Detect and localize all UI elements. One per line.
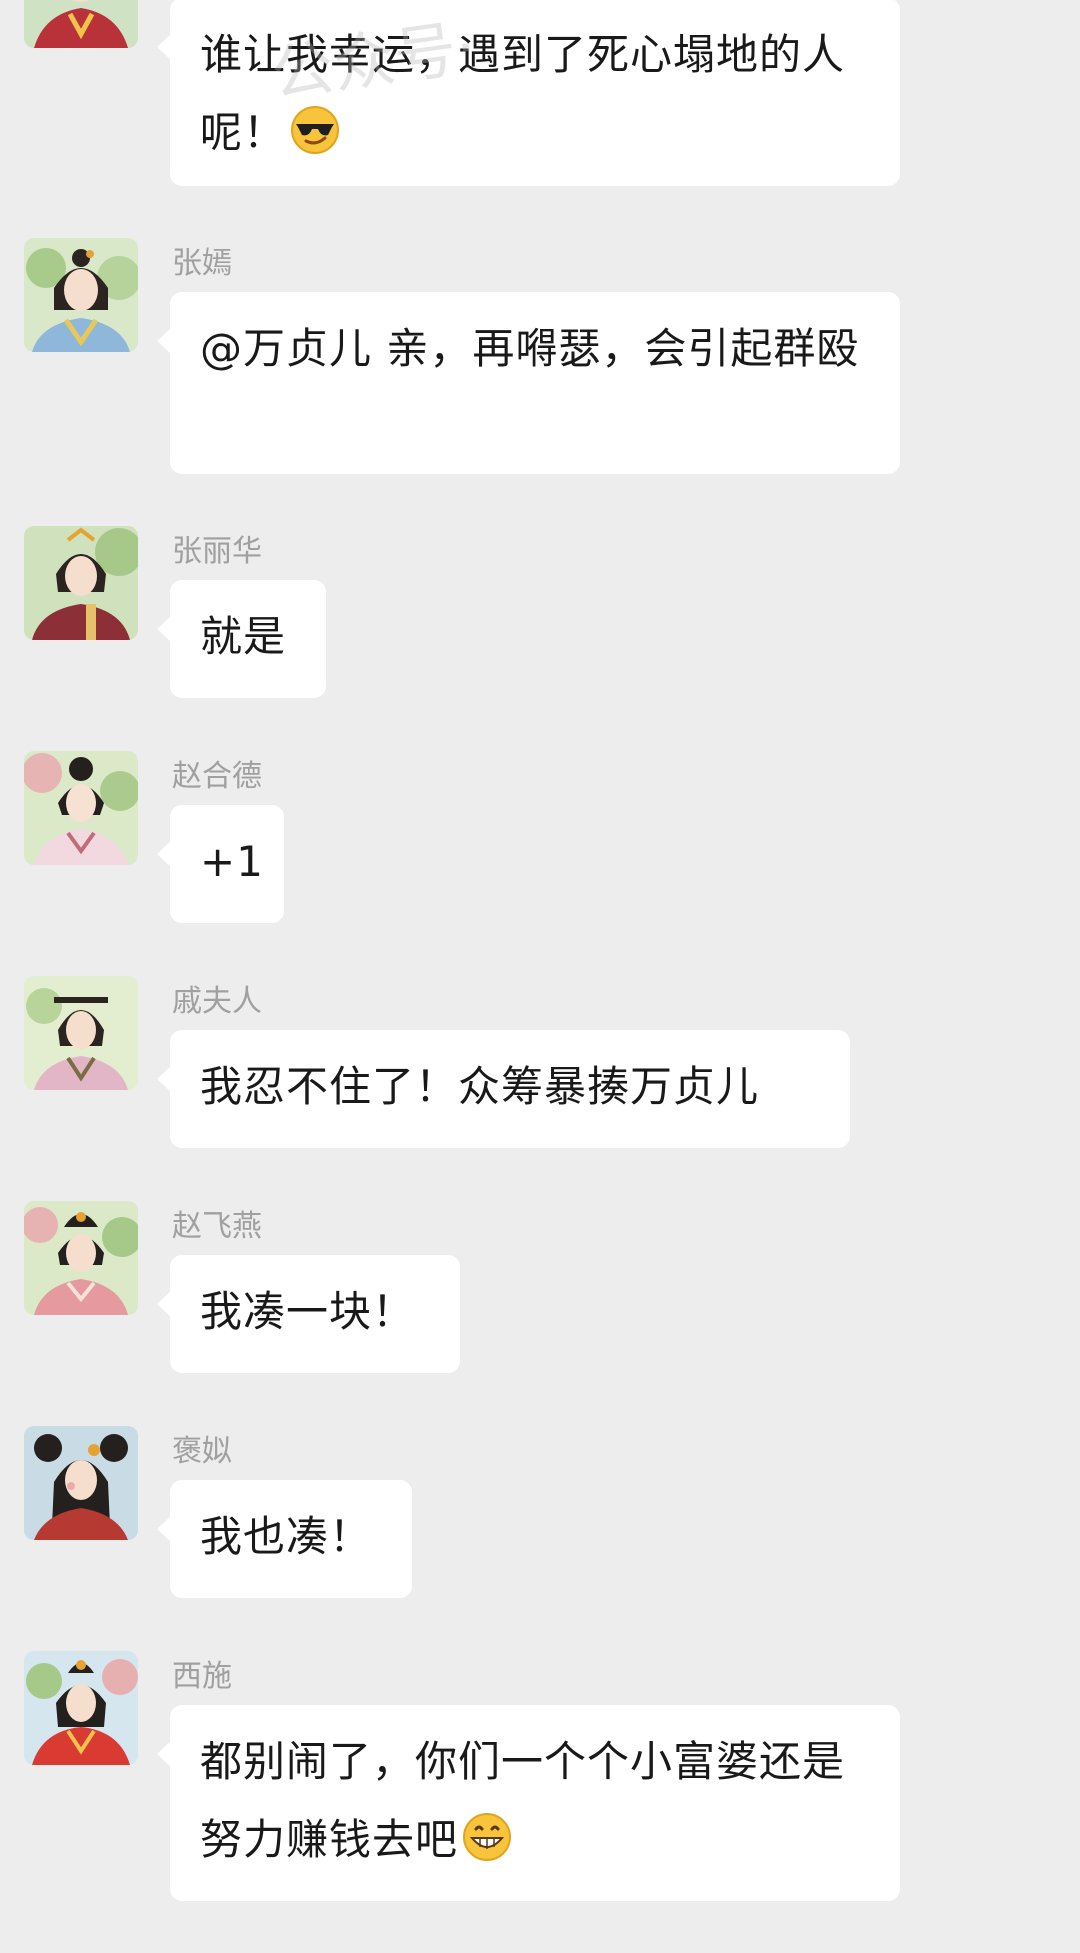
message-bubble[interactable]: 谁让我幸运，遇到了死心塌地的人呢！ — [157, 0, 900, 186]
message-bubble[interactable]: 我也凑！ — [157, 1480, 412, 1598]
message-bubble[interactable]: 都别闹了，你们一个个小富婆还是努力赚钱去吧 — [157, 1705, 900, 1901]
sender-name: 赵合德 — [172, 759, 262, 794]
avatar[interactable] — [24, 1651, 138, 1765]
message-bubble[interactable]: 就是 — [157, 580, 326, 698]
chat-message-list[interactable]: 谁让我幸运，遇到了死心塌地的人呢！ 公众号· 张嫣 @万贞儿 亲，再嘚瑟，会引起… — [0, 0, 1080, 1953]
avatar[interactable] — [24, 526, 138, 640]
sender-name: 赵飞燕 — [172, 1209, 262, 1244]
grin-emoji-icon — [463, 1813, 512, 1861]
sender-name: 西施 — [172, 1659, 232, 1694]
message-bubble[interactable]: 我忍不住了！众筹暴揍万贞儿 — [157, 1030, 850, 1148]
message-text: 我也凑！ — [200, 1512, 373, 1561]
message-bubble[interactable]: 我凑一块！ — [157, 1255, 460, 1373]
message-text: @万贞儿 亲，再嘚瑟，会引起群殴 — [200, 324, 860, 373]
message-text: +1 — [200, 837, 264, 886]
avatar[interactable] — [24, 1426, 138, 1540]
sender-name: 张丽华 — [172, 534, 262, 569]
message-text: 就是 — [200, 612, 287, 661]
message-text: 我凑一块！ — [200, 1287, 416, 1336]
sender-name: 张嫣 — [172, 246, 232, 281]
sunglasses-emoji-icon — [291, 106, 340, 154]
avatar[interactable] — [24, 976, 138, 1090]
message-text: 我忍不住了！众筹暴揍万贞儿 — [200, 1062, 760, 1111]
message-bubble[interactable]: +1 — [157, 805, 284, 923]
avatar[interactable] — [24, 1201, 138, 1315]
avatar[interactable] — [24, 238, 138, 352]
avatar[interactable] — [24, 0, 138, 48]
sender-name: 褒姒 — [172, 1434, 232, 1469]
message-text: 都别闹了，你们一个个小富婆还是努力赚钱去吧 — [200, 1737, 846, 1864]
sender-name: 戚夫人 — [172, 984, 262, 1019]
avatar[interactable] — [24, 751, 138, 865]
message-bubble[interactable]: @万贞儿 亲，再嘚瑟，会引起群殴 — [157, 292, 900, 474]
